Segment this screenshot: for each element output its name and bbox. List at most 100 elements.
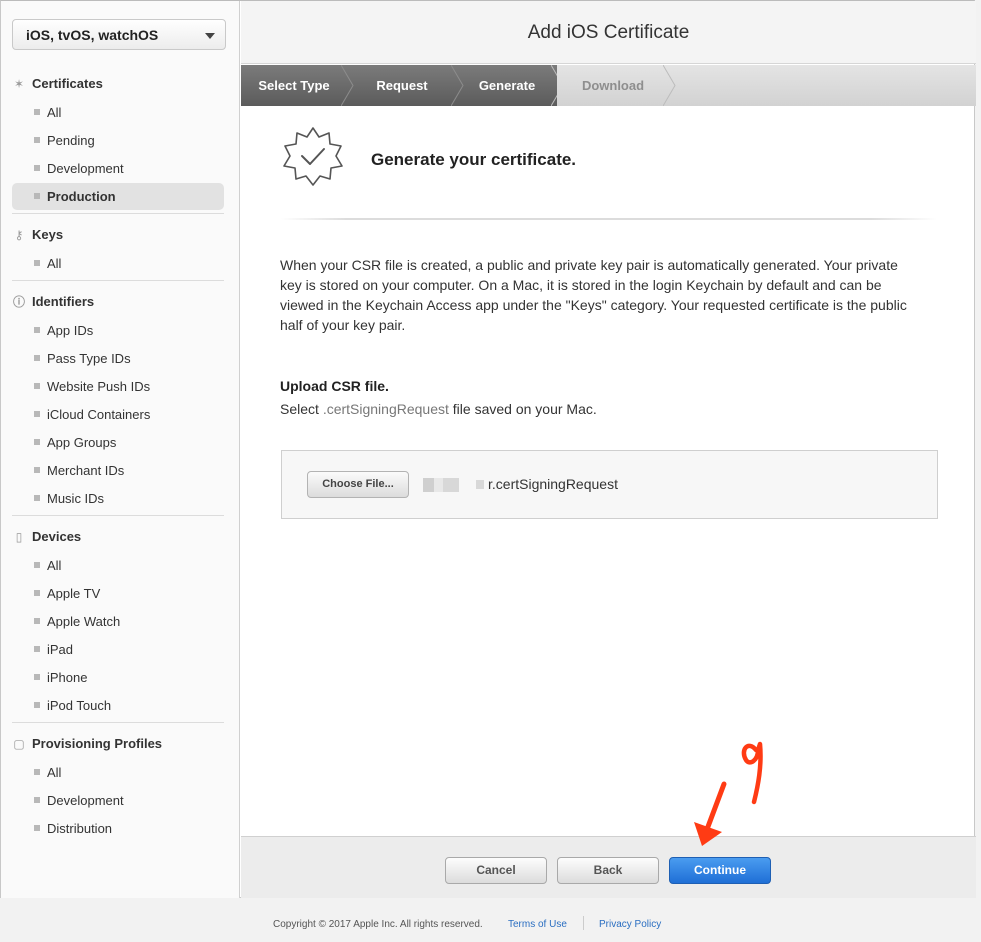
description-text: When your CSR file is created, a public … [280,257,907,333]
sidebar-item-label: Apple Watch [47,614,121,629]
sidebar-section-3: ▯ Devices [12,528,224,548]
sidebar-divider [12,280,224,281]
sidebar-item-3-5[interactable]: iPod Touch [12,692,224,719]
app-window: iOS, tvOS, watchOS ✶ Certificates All Pendi… [0,0,976,898]
document-icon: ▢ [13,737,25,751]
sidebar-item-2-1[interactable]: Pass Type IDs [12,345,224,372]
continue-button[interactable]: Continue [669,857,771,884]
sidebar-section-2: ⓘ Identifiers [12,293,224,313]
sidebar-item-label: iPhone [47,670,88,685]
sidebar-item-label: All [47,558,62,573]
gear-badge-icon: ✶ [13,77,25,91]
step-1: Request [376,78,428,93]
key-icon: ⚷ [14,228,24,242]
bullet-icon [34,495,40,501]
certificate-badge-icon [283,127,343,186]
sidebar-item-label: Production [47,189,116,204]
bullet-icon [34,618,40,624]
sidebar-item-3-1[interactable]: Apple TV [12,580,224,607]
id-icon: ⓘ [12,295,25,309]
bullet-icon [34,260,40,266]
sidebar-section-title: Keys [32,227,64,242]
bullet-icon [34,769,40,775]
selected-file-name: r.certSigningRequest [488,476,618,492]
redacted-filename-prefix [476,480,484,489]
sidebar-item-4-2[interactable]: Distribution [12,815,224,842]
bullet-icon [34,411,40,417]
platform-select[interactable]: iOS, tvOS, watchOS [12,19,226,50]
bullet-icon [34,439,40,445]
file-extension: .certSigningRequest [322,401,449,417]
sidebar-item-0-2[interactable]: Development [12,155,224,182]
sidebar-divider [12,722,224,723]
sidebar-item-3-0[interactable]: All [12,552,224,579]
bullet-icon [34,590,40,596]
sidebar-item-2-2[interactable]: Website Push IDs [12,373,224,400]
sidebar-item-label: Website Push IDs [47,379,151,394]
step-separator [663,65,676,106]
sidebar-item-2-3[interactable]: iCloud Containers [12,401,224,428]
sidebar-item-label: iPad [47,642,74,657]
sidebar-item-3-3[interactable]: iPad [12,636,224,663]
sidebar-divider [12,213,224,214]
page-title: Add iOS Certificate [241,1,976,64]
sidebar-item-2-0[interactable]: App IDs [12,317,224,344]
annotation-arrow-shaft [703,781,727,835]
step-progress-bar: Select Type Request Generate Download [241,65,976,106]
step-remaining-track [669,65,976,106]
sidebar-item-0-0[interactable]: All [12,99,224,126]
sidebar-item-label: Merchant IDs [47,463,125,478]
sidebar-item-label: Pending [47,133,95,148]
sidebar-section-title: Provisioning Profiles [32,736,163,751]
back-button[interactable]: Back [557,857,659,884]
step-2: Generate [478,78,536,93]
bullet-icon [34,797,40,803]
sidebar-item-2-6[interactable]: Music IDs [12,485,224,512]
sidebar-item-3-2[interactable]: Apple Watch [12,608,224,635]
platform-select-value: iOS, tvOS, watchOS [26,27,159,43]
section-heading: Generate your certificate. [371,150,577,169]
terms-of-use-link[interactable]: Terms of Use [508,919,567,930]
sidebar-section-title: Certificates [32,76,103,91]
choose-file-button[interactable]: Choose File... [307,471,409,498]
sidebar-item-label: App Groups [47,435,117,450]
annotation-number-nine [741,741,763,805]
bullet-icon [34,825,40,831]
upload-instructions-suffix: file saved on your Mac. [452,401,597,417]
bullet-icon [34,327,40,333]
sidebar-item-4-0[interactable]: All [12,759,224,786]
bullet-icon [34,562,40,568]
device-icon: ▯ [15,530,23,544]
sidebar-item-label: All [47,256,62,271]
upload-heading: Upload CSR file. [280,378,389,394]
sidebar-section-1: ⚷ Keys [12,226,224,246]
red-arrow-annotation [694,741,763,846]
sidebar-item-label: Apple TV [47,586,101,601]
sidebar-item-label: Development [47,793,124,808]
sidebar-section-4: ▢ Provisioning Profiles [12,735,224,755]
sidebar-item-label: Music IDs [47,491,105,506]
chevron-down-icon [205,33,215,39]
file-icon [423,478,459,492]
sidebar-item-2-5[interactable]: Merchant IDs [12,457,224,484]
step-3: Download [557,65,669,106]
link-separator [583,916,584,930]
sidebar-item-label: All [47,765,62,780]
sidebar-item-3-4[interactable]: iPhone [12,664,224,691]
sidebar-item-4-1[interactable]: Development [12,787,224,814]
upload-instructions-prefix: Select [280,401,319,417]
page-footer: Copyright © 2017 Apple Inc. All rights r… [0,914,981,934]
sidebar-section-title: Identifiers [32,294,95,309]
privacy-policy-link[interactable]: Privacy Policy [599,919,661,930]
copyright-text: Copyright © 2017 Apple Inc. All rights r… [273,919,483,930]
bullet-icon [34,109,40,115]
sidebar-item-1-0[interactable]: All [12,250,224,277]
sidebar-divider [12,515,224,516]
sidebar-item-0-1[interactable]: Pending [12,127,224,154]
file-upload-box: Choose File... r.certSigningRequest [281,450,938,519]
sidebar-item-2-4[interactable]: App Groups [12,429,224,456]
sidebar-item-0-3[interactable]: Production [12,183,224,210]
cancel-button[interactable]: Cancel [445,857,547,884]
bullet-icon [34,355,40,361]
sidebar-item-label: iCloud Containers [47,407,151,422]
